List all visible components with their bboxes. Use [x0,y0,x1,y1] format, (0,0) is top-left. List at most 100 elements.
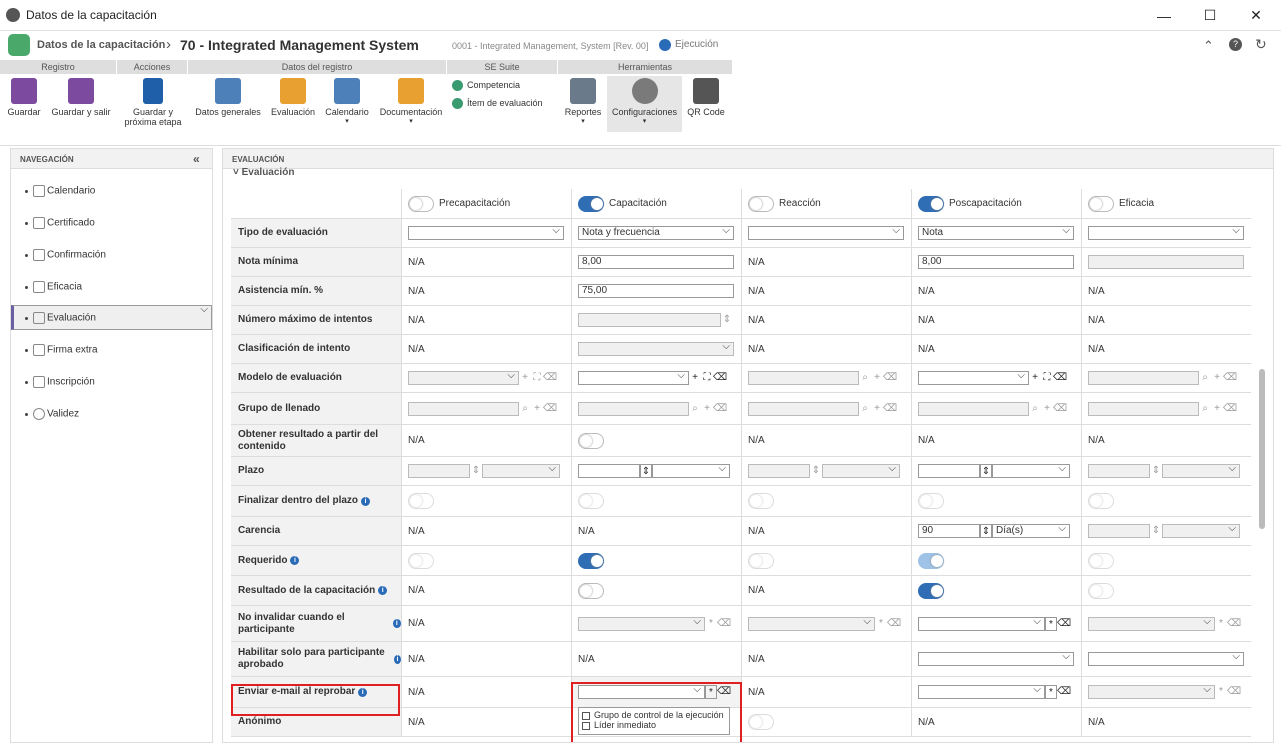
unit-select[interactable] [992,463,1070,478]
eval-item-link[interactable]: Ítem de evaluación [452,98,543,110]
select-field[interactable] [748,225,904,240]
collapse-up-icon[interactable]: ⌃ [1203,38,1214,54]
clear-icon[interactable]: ⌫ [1057,685,1071,699]
toggle-switch[interactable] [578,552,604,569]
spinner-icon[interactable]: ⇕ [640,464,652,478]
nav-item-confirmacion[interactable]: Confirmación [11,239,212,269]
spinner-icon[interactable]: ⇕ [980,524,992,538]
select-field[interactable]: Nota [918,225,1074,240]
refresh-icon[interactable]: ↻ [1255,36,1267,53]
qr-code-button[interactable]: QR Code [686,78,726,117]
select-field[interactable] [918,370,1029,385]
minimize-icon[interactable]: — [1141,0,1187,31]
toggle-switch [748,714,774,730]
nav-item-eficacia[interactable]: Eficacia [11,271,212,301]
toggle-switch[interactable] [578,195,604,212]
save-next-button[interactable]: Guardar y próxima etapa [122,78,184,127]
module-name[interactable]: Datos de la capacitación [37,39,165,51]
number-input[interactable] [578,464,640,478]
info-icon[interactable]: i [393,654,401,664]
ribbon-group-herramientas: Herramientas [558,60,733,74]
spinner-icon: ⇕ [471,465,481,476]
nav-item-calendario[interactable]: Calendario [11,175,212,205]
section-header[interactable]: ˅ Evaluación [233,167,294,178]
save-exit-button[interactable]: Guardar y salir [49,78,113,117]
clear-icon[interactable]: ⌫ [1053,371,1067,385]
toggle-switch[interactable] [1088,195,1114,212]
select-field[interactable] [408,225,564,240]
app-header: Datos de la capacitación › 70 - Integrat… [0,32,1281,59]
asterisk-icon[interactable]: * [1045,616,1057,631]
na-text: N/A [408,435,425,446]
unit-select[interactable] [652,463,730,478]
binoculars-icon[interactable]: ⛶ [701,371,713,385]
toggle-switch[interactable] [578,582,604,599]
text-input[interactable]: 8,00 [918,255,1074,269]
toggle-switch[interactable] [408,195,434,212]
nav-item-evaluacion[interactable]: Evaluación [11,304,212,330]
text-input[interactable]: 75,00 [578,284,734,298]
help-icon[interactable]: ? [1229,38,1242,51]
config-button[interactable]: Configuraciones ▾ [607,76,682,132]
option-immediate-leader[interactable]: Líder inmediato [582,720,726,730]
cell-habilitar-3: N/A [741,642,911,677]
scrollbar-thumb[interactable] [1259,369,1265,529]
toggle-switch [918,493,944,509]
unit-select [1162,523,1240,538]
multiselect-field[interactable] [918,684,1045,699]
number-input[interactable]: 90 [918,524,980,538]
nav-item-firma-extra[interactable]: Firma extra [11,334,212,364]
na-text: N/A [748,314,765,326]
lookup-field [748,401,859,416]
nav-item-validez[interactable]: Validez [11,398,212,428]
add-icon[interactable]: + [1029,371,1041,385]
spinner-icon[interactable]: ⇕ [980,464,992,478]
reports-button[interactable]: Reportes ▾ [563,78,603,127]
toggle-switch[interactable] [578,432,604,449]
clear-icon[interactable]: ⌫ [713,371,727,385]
multiselect-field[interactable] [918,616,1045,631]
collapse-left-icon[interactable]: « [193,152,200,166]
evaluation-button[interactable]: Evaluación [269,78,317,117]
maximize-icon[interactable]: ☐ [1187,0,1233,31]
number-input[interactable] [918,464,980,478]
na-text: N/A [1088,343,1105,355]
checkbox[interactable] [582,711,590,720]
checkbox[interactable] [582,721,590,730]
competence-link[interactable]: Competencia [452,80,520,92]
option-control-group[interactable]: Grupo de control de la ejecución [582,710,726,720]
select-field[interactable] [918,651,1074,666]
calendar-button[interactable]: Calendario ▾ [323,78,371,127]
highlight-email-label [231,684,400,716]
save-button[interactable]: Guardar [5,78,43,117]
text-input[interactable]: 8,00 [578,255,734,269]
nav-item-certificado[interactable]: Certificado [11,207,212,237]
asterisk-icon[interactable]: * [1045,685,1057,699]
close-icon[interactable]: ✕ [1233,0,1279,31]
toggle-switch[interactable] [748,195,774,212]
binoculars-icon[interactable]: ⛶ [1041,371,1053,385]
cell-carencia-5: ⇕ [1081,517,1251,546]
cell-habilitar-5 [1081,642,1251,677]
info-icon[interactable]: i [361,496,371,506]
general-data-button[interactable]: Datos generales [193,78,263,117]
toggle-switch[interactable] [918,582,944,599]
unit-select [822,463,900,478]
toggle-switch [748,493,774,509]
select-field[interactable] [578,370,689,385]
unit-select[interactable]: Día(s) [992,523,1070,538]
add-icon[interactable]: + [689,371,701,385]
info-icon[interactable]: i [378,586,388,595]
cell-tipo-2: Nota y frecuencia [571,219,741,248]
nav-item-inscripcion[interactable]: Inscripción [11,366,212,396]
select-field[interactable] [1088,651,1244,666]
clear-icon[interactable]: ⌫ [1057,617,1071,631]
select-field[interactable] [1088,225,1244,240]
select-field[interactable]: Nota y frecuencia [578,225,734,240]
cell-requerido-1 [401,546,571,576]
toggle-switch[interactable] [918,195,944,212]
info-icon[interactable]: i [290,556,300,565]
asterisk-icon: * [1219,686,1223,697]
documentation-button[interactable]: Documentación ▾ [377,78,445,127]
info-icon[interactable]: i [392,619,401,628]
